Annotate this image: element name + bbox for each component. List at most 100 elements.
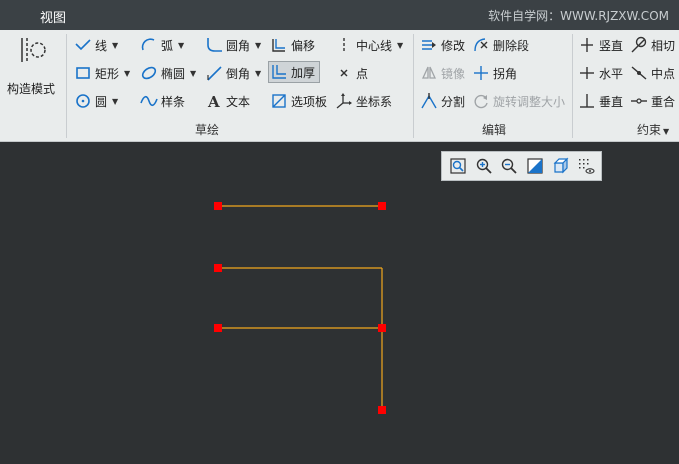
chevron-down-icon[interactable]: ▼ [255, 41, 261, 50]
circle-button[interactable]: 圆 ▼ [74, 90, 118, 112]
corner-button[interactable]: 拐角 [472, 62, 517, 84]
vertical-constraint-button[interactable]: 竖直 [578, 34, 623, 56]
fillet-label: 圆角 [226, 38, 251, 53]
fillet-icon [205, 36, 223, 54]
coincident-label: 重合 [651, 94, 676, 109]
divide-button[interactable]: 分割 [420, 90, 465, 112]
chamfer-label: 倒角 [226, 66, 251, 81]
text-button[interactable]: A 文本 [205, 90, 250, 112]
corner-icon [472, 64, 490, 82]
modify-button[interactable]: 修改 [420, 34, 465, 56]
offset-label: 偏移 [291, 38, 316, 53]
chevron-down-icon[interactable]: ▼ [190, 69, 196, 78]
line-label: 线 [95, 38, 108, 53]
point-label: 点 [356, 66, 369, 81]
line-button[interactable]: 线 ▼ [74, 34, 118, 56]
construct-mode-icon [21, 38, 46, 62]
rotate-resize-button[interactable]: 旋转调整大小 [472, 90, 565, 112]
endpoint-marker[interactable] [378, 202, 386, 210]
endpoint-marker[interactable] [214, 264, 222, 272]
centerline-label: 中心线 [356, 38, 393, 53]
endpoint-marker[interactable] [214, 202, 222, 210]
spline-button[interactable]: 样条 [140, 90, 185, 112]
chevron-down-icon[interactable]: ▼ [124, 69, 130, 78]
chevron-down-icon[interactable]: ▼ [178, 41, 184, 50]
horizontal-icon [578, 64, 596, 82]
title-bar: 视图 软件自学网：WWW.RJZXW.COM [0, 0, 679, 30]
midpoint-label: 中点 [651, 66, 676, 81]
modify-label: 修改 [441, 38, 466, 53]
thicken-label: 加厚 [291, 65, 316, 80]
midpoint-constraint-button[interactable]: 中点 [630, 62, 675, 84]
point-button[interactable]: 点 [335, 62, 368, 84]
endpoint-marker[interactable] [378, 406, 386, 414]
arc-icon [140, 36, 158, 54]
vertical-icon [578, 36, 596, 54]
thicken-button[interactable]: 加厚 [268, 61, 320, 83]
ellipse-label: 椭圆 [161, 66, 186, 81]
constrain-group-label[interactable]: 约束 ▼ [637, 121, 669, 138]
chamfer-button[interactable]: 倒角 ▼ [205, 62, 261, 84]
chevron-down-icon[interactable]: ▼ [112, 41, 118, 50]
spline-label: 样条 [161, 94, 186, 109]
endpoint-marker[interactable] [378, 324, 386, 332]
svg-text:A: A [207, 93, 220, 110]
coord-system-label: 坐标系 [356, 94, 393, 109]
text-icon: A [205, 92, 223, 110]
centerline-button[interactable]: 中心线 ▼ [335, 34, 403, 56]
rectangle-button[interactable]: 矩形 ▼ [74, 62, 130, 84]
coord-system-icon [335, 92, 353, 110]
fillet-button[interactable]: 圆角 ▼ [205, 34, 261, 56]
rectangle-icon [74, 64, 92, 82]
construct-mode-button[interactable]: 构造模式 [4, 36, 58, 96]
arc-label: 弧 [161, 38, 174, 53]
midpoint-icon [630, 64, 648, 82]
palette-button[interactable]: 选项板 [270, 90, 327, 112]
endpoint-marker[interactable] [214, 324, 222, 332]
vertical-label: 竖直 [599, 38, 624, 53]
divide-label: 分割 [441, 94, 466, 109]
chevron-down-icon[interactable]: ▼ [112, 97, 118, 106]
chamfer-icon [205, 64, 223, 82]
coincident-constraint-button[interactable]: 重合 [630, 90, 675, 112]
sketch-group-label: 草绘 [195, 123, 220, 137]
offset-button[interactable]: 偏移 [270, 34, 315, 56]
sketch-geometry[interactable] [0, 142, 679, 464]
construct-mode-label: 构造模式 [7, 82, 56, 96]
perpendicular-icon [578, 92, 596, 110]
palette-label: 选项板 [291, 94, 328, 109]
chevron-down-icon[interactable]: ▼ [255, 69, 261, 78]
rectangle-label: 矩形 [95, 66, 120, 81]
chevron-down-icon[interactable]: ▼ [397, 41, 403, 50]
offset-icon [270, 36, 288, 54]
mirror-label: 镜像 [441, 66, 466, 81]
ellipse-button[interactable]: 椭圆 ▼ [140, 62, 196, 84]
horizontal-label: 水平 [599, 66, 624, 81]
perpendicular-label: 垂直 [599, 94, 624, 109]
delete-segment-label: 删除段 [493, 38, 530, 53]
coord-system-button[interactable]: 坐标系 [335, 90, 392, 112]
perpendicular-constraint-button[interactable]: 垂直 [578, 90, 623, 112]
ellipse-icon [140, 64, 158, 82]
tangent-label: 相切 [651, 38, 676, 53]
graphics-canvas[interactable] [0, 142, 679, 464]
tab-view[interactable]: 视图 [40, 7, 66, 26]
rotate-resize-label: 旋转调整大小 [493, 94, 566, 109]
text-label: 文本 [226, 94, 251, 109]
mirror-button[interactable]: 镜像 [420, 62, 465, 84]
edit-group-label: 编辑 [482, 123, 507, 137]
separator [413, 34, 414, 138]
ribbon: 构造模式 线 ▼ 矩形 ▼ 圆 ▼ 弧 ▼ 椭圆 ▼ 样条 圆角 ▼ 倒角 ▼ … [0, 30, 679, 142]
delete-segment-button[interactable]: 删除段 [472, 34, 529, 56]
separator [66, 34, 67, 138]
divide-icon [420, 92, 438, 110]
horizontal-constraint-button[interactable]: 水平 [578, 62, 623, 84]
tangent-icon [630, 36, 648, 54]
circle-icon [74, 92, 92, 110]
circle-label: 圆 [95, 94, 108, 109]
constrain-group-label-text: 约束 [637, 123, 662, 137]
arc-button[interactable]: 弧 ▼ [140, 34, 184, 56]
mirror-icon [420, 64, 438, 82]
coincident-icon [630, 92, 648, 110]
tangent-constraint-button[interactable]: 相切 [630, 34, 675, 56]
